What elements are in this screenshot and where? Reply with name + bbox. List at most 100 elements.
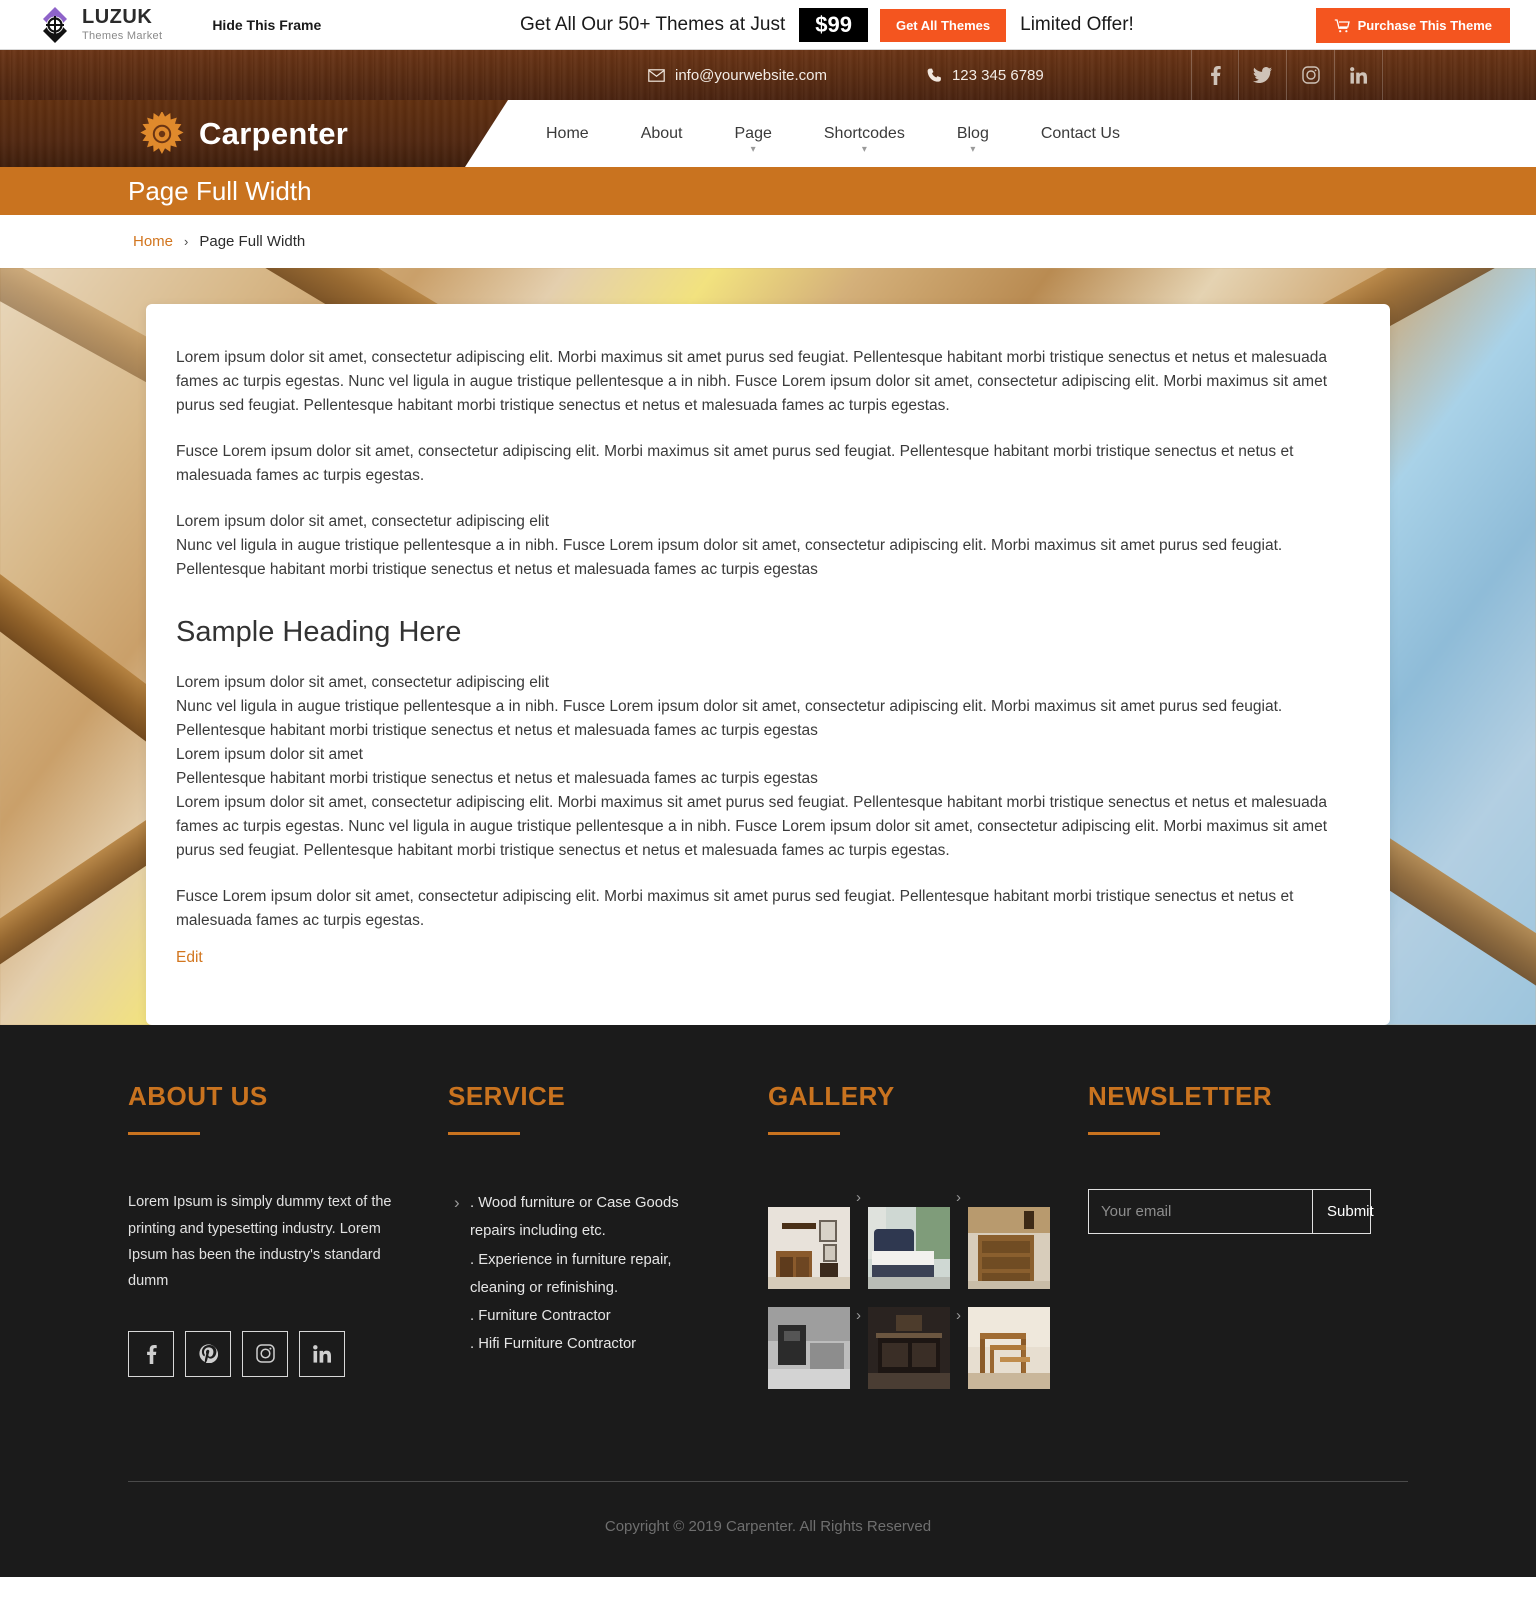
footer-service-column: SERVICE . Wood furniture or Case Goods r… [448, 1081, 768, 1389]
gallery-chevron-icon-2: › [956, 1189, 961, 1207]
content-paragraph-10: Fusce Lorem ipsum dolor sit amet, consec… [176, 888, 1294, 930]
service-list-item[interactable]: cleaning or refinishing. [448, 1274, 768, 1302]
sample-heading: Sample Heading Here [176, 616, 462, 649]
nav-item-shortcodes[interactable]: Shortcodes ▾ [798, 100, 931, 167]
footer-gallery-column: GALLERY › › › › [768, 1081, 1088, 1390]
purchase-this-theme-button[interactable]: Purchase This Theme [1315, 8, 1510, 43]
content-paragraph-6: Nunc vel ligula in augue tristique pelle… [176, 698, 1283, 740]
page-title: Page Full Width [128, 175, 312, 206]
page-content-card: Lorem ipsum dolor sit amet, consectetur … [146, 304, 1390, 1026]
site-brand[interactable]: Carpenter [140, 111, 349, 156]
promo-offer-group: Get All Our 50+ Themes at Just $99 Get A… [520, 0, 1134, 50]
footer-gallery-divider [768, 1132, 840, 1136]
gallery-chevron-icon-3: › [856, 1307, 861, 1325]
footer-columns: ABOUT US Lorem Ipsum is simply dummy tex… [0, 1081, 1536, 1390]
nav-item-page[interactable]: Page ▾ [709, 100, 798, 167]
footer-service-list: . Wood furniture or Case Goods repairs i… [448, 1187, 768, 1358]
luzuk-title: LUZUK [82, 5, 153, 28]
content-paragraph-7: Lorem ipsum dolor sit amet [176, 746, 363, 764]
cart-icon [1334, 18, 1350, 33]
footer-about-column: ABOUT US Lorem Ipsum is simply dummy tex… [128, 1081, 448, 1389]
get-all-themes-button[interactable]: Get All Themes [879, 8, 1007, 42]
service-list-item[interactable]: . Hifi Furniture Contractor [448, 1330, 768, 1358]
nav-label-contact-us: Contact Us [1040, 124, 1120, 142]
gallery-thumb-dark-sideboard[interactable] [868, 1307, 950, 1390]
linkedin-icon[interactable] [299, 1330, 345, 1377]
chevron-down-icon: ▾ [970, 144, 976, 155]
main-navigation: Home About Page ▾ Shortcodes ▾ Blog ▾ Co… [520, 100, 1146, 167]
service-list-item[interactable]: . Wood furniture or Case Goods [448, 1187, 768, 1219]
nav-label-blog: Blog [956, 124, 989, 142]
luzuk-logo[interactable]: LUZUK Themes Market [36, 6, 162, 44]
content-paragraph-9: Lorem ipsum dolor sit amet, consectetur … [176, 794, 1328, 860]
newsletter-form: Submit [1088, 1189, 1374, 1235]
nav-item-about[interactable]: About [615, 100, 709, 167]
nav-item-home[interactable]: Home [520, 100, 615, 167]
nav-item-blog[interactable]: Blog ▾ [931, 100, 1015, 167]
footer-gallery-grid [768, 1207, 1088, 1390]
site-header: info@yourwebsite.com 123 345 6789 Carpen… [0, 50, 1536, 167]
footer-about-divider [128, 1132, 200, 1136]
breadcrumb-home-link[interactable]: Home [133, 233, 173, 250]
header-phone-text: 123 345 6789 [951, 66, 1044, 84]
linkedin-icon[interactable] [1335, 50, 1383, 100]
footer-about-heading: ABOUT US [128, 1081, 268, 1112]
content-paragraph-2: Fusce Lorem ipsum dolor sit amet, consec… [176, 443, 1294, 485]
gallery-chevron-icon-1: › [856, 1189, 861, 1207]
content-paragraph-3: Lorem ipsum dolor sit amet, consectetur … [176, 513, 550, 531]
nav-item-contact-us[interactable]: Contact Us [1015, 100, 1146, 167]
gallery-thumb-blue-bed[interactable] [868, 1207, 950, 1290]
footer-service-heading: SERVICE [448, 1081, 566, 1112]
phone-icon [927, 68, 942, 83]
promo-offer-text: Get All Our 50+ Themes at Just [520, 14, 786, 35]
page-title-bar: Page Full Width [0, 167, 1536, 215]
newsletter-email-input[interactable] [1089, 1190, 1312, 1234]
header-social-links [1191, 50, 1383, 100]
gallery-thumb-wood-dresser[interactable] [968, 1207, 1050, 1290]
header-email[interactable]: info@yourwebsite.com [648, 67, 827, 84]
instagram-icon[interactable] [242, 1330, 288, 1377]
chevron-down-icon: ▾ [750, 144, 756, 155]
header-phone[interactable]: 123 345 6789 [927, 67, 1044, 84]
header-contact-group: info@yourwebsite.com 123 345 6789 [648, 50, 1044, 100]
service-list-item[interactable]: repairs including etc. [448, 1217, 768, 1245]
saw-blade-icon [140, 111, 184, 156]
limited-offer-text: Limited Offer! [1020, 14, 1134, 35]
content-paragraph-5: Lorem ipsum dolor sit amet, consectetur … [176, 674, 550, 692]
service-list-item[interactable]: . Furniture Contractor [448, 1302, 768, 1330]
content-paragraph-4: Nunc vel ligula in augue tristique pelle… [176, 537, 1283, 579]
nav-label-page: Page [734, 124, 772, 142]
site-footer: ABOUT US Lorem Ipsum is simply dummy tex… [0, 1025, 1536, 1578]
hide-frame-button[interactable]: Hide This Frame [212, 17, 321, 33]
twitter-icon[interactable] [1239, 50, 1287, 100]
nav-label-about: About [640, 124, 683, 142]
luzuk-wordmark: LUZUK Themes Market [82, 7, 162, 43]
footer-service-divider [448, 1132, 520, 1136]
nav-label-home: Home [546, 124, 589, 142]
header-email-text: info@yourwebsite.com [675, 66, 827, 84]
facebook-icon[interactable] [128, 1330, 174, 1377]
gallery-thumb-grey-bedroom[interactable] [768, 1307, 850, 1390]
luzuk-diamond-icon [36, 6, 74, 44]
promo-price-badge: $99 [799, 7, 868, 43]
footer-social-links [128, 1330, 448, 1377]
luzuk-subtitle: Themes Market [82, 29, 163, 42]
gallery-thumb-wine-cabinet[interactable] [768, 1207, 850, 1290]
edit-link[interactable]: Edit [176, 949, 203, 967]
facebook-icon[interactable] [1191, 50, 1239, 100]
footer-gallery-heading: GALLERY [768, 1081, 895, 1112]
instagram-icon[interactable] [1287, 50, 1335, 100]
service-list-item[interactable]: . Experience in furniture repair, [448, 1246, 768, 1274]
pinterest-icon[interactable] [185, 1330, 231, 1377]
brand-name: Carpenter [199, 115, 349, 151]
nav-label-shortcodes: Shortcodes [823, 124, 905, 142]
footer-newsletter-column: NEWSLETTER Submit [1088, 1081, 1408, 1389]
purchase-button-label: Purchase This Theme [1357, 18, 1492, 33]
envelope-icon [648, 68, 665, 82]
newsletter-submit-button[interactable]: Submit [1312, 1190, 1388, 1234]
main-content-area: Lorem ipsum dolor sit amet, consectetur … [0, 268, 1536, 1026]
breadcrumb-separator-icon: › [184, 234, 189, 249]
breadcrumb-current: Page Full Width [199, 233, 306, 250]
gallery-thumb-nesting-tables[interactable] [968, 1307, 1050, 1390]
gallery-chevron-icon-4: › [956, 1307, 961, 1325]
